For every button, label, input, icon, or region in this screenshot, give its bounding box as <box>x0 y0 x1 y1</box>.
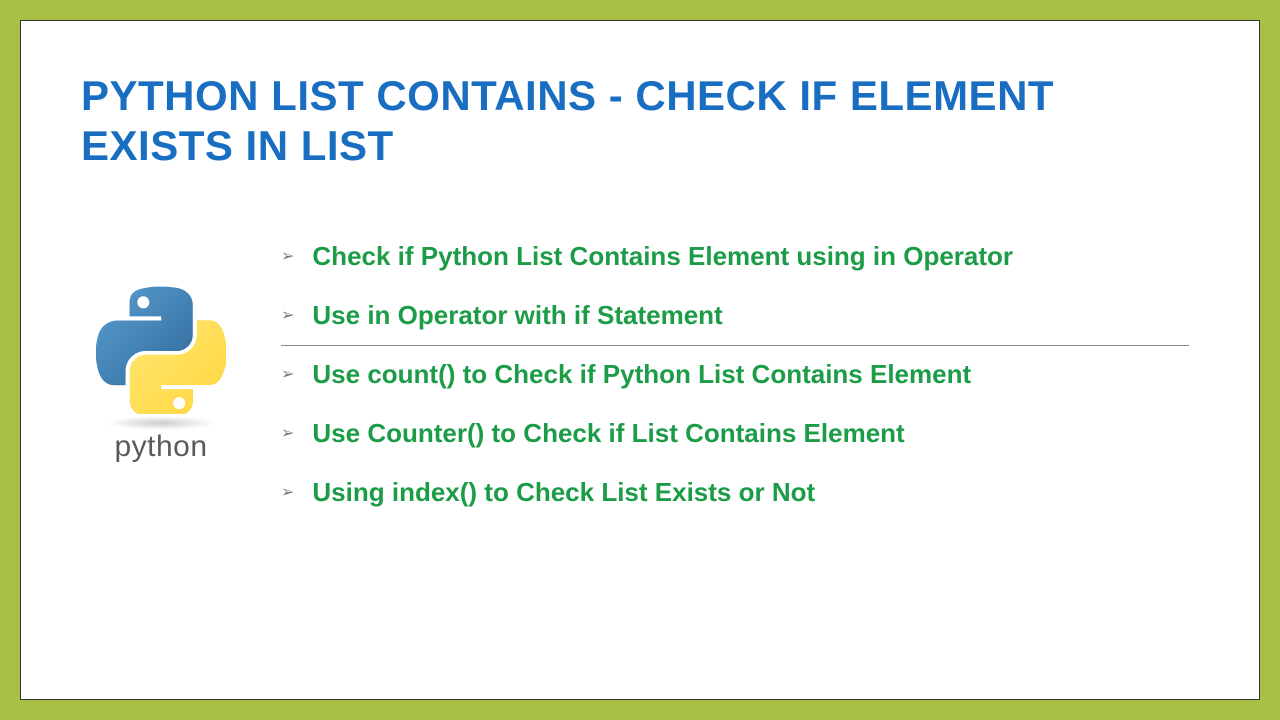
logo-shadow <box>106 416 216 430</box>
list-item-text: Use Counter() to Check if List Contains … <box>312 418 904 449</box>
divider-line <box>281 345 1189 346</box>
list-item: ➢ Use in Operator with if Statement <box>281 286 1199 345</box>
bullet-icon: ➢ <box>281 364 294 384</box>
page-title: PYTHON LIST CONTAINS - CHECK IF ELEMENT … <box>81 71 1199 172</box>
content-row: python ➢ Check if Python List Contains E… <box>81 227 1199 522</box>
python-logo-section: python <box>81 284 241 464</box>
bullet-icon: ➢ <box>281 246 294 266</box>
list-item-text: Use in Operator with if Statement <box>312 300 722 331</box>
bullet-icon: ➢ <box>281 482 294 502</box>
bullet-icon: ➢ <box>281 305 294 325</box>
list-item-text: Use count() to Check if Python List Cont… <box>312 359 971 390</box>
list-item-text: Using index() to Check List Exists or No… <box>312 477 815 508</box>
list-item: ➢ Use Counter() to Check if List Contain… <box>281 404 1199 463</box>
list-item: ➢ Check if Python List Contains Element … <box>281 227 1199 286</box>
content-list: ➢ Check if Python List Contains Element … <box>281 227 1199 522</box>
list-item-text: Check if Python List Contains Element us… <box>312 241 1013 272</box>
python-logo-icon <box>96 284 226 414</box>
bullet-icon: ➢ <box>281 423 294 443</box>
list-item: ➢ Use count() to Check if Python List Co… <box>281 345 1199 404</box>
list-item: ➢ Using index() to Check List Exists or … <box>281 463 1199 522</box>
slide-card: PYTHON LIST CONTAINS - CHECK IF ELEMENT … <box>20 20 1260 700</box>
python-label: python <box>114 430 207 464</box>
